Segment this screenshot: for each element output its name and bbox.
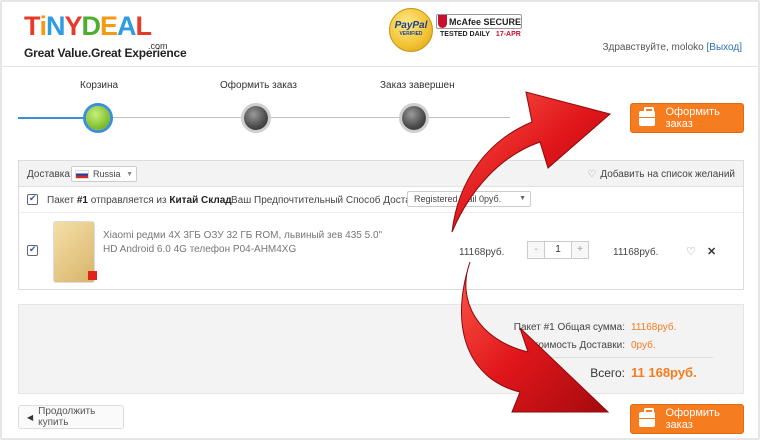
caret-left-icon: ◀	[27, 412, 34, 422]
product-unit-price: 11168руб.	[459, 247, 505, 258]
product-line-total: 11168руб.	[613, 247, 659, 258]
country-select[interactable]: Russia ▼	[71, 166, 137, 182]
paypal-badge-name: PayPal	[394, 20, 428, 31]
logo-letter: Y	[64, 11, 83, 41]
order-summary: Пакет #1 Общая сумма: 11168руб. Стоимост…	[18, 304, 744, 394]
shipping-method-select[interactable]: Registered Mail 0руб. ▼	[407, 191, 531, 207]
step-dot-cart-fill	[86, 106, 110, 130]
package-prefix: Пакет	[47, 195, 75, 206]
product-title-link[interactable]: Xiaomi редми 4X 3ГБ ОЗУ 32 ГБ ROM, львин…	[103, 229, 383, 257]
logo-letter: L	[135, 11, 152, 41]
item-checkbox[interactable]	[27, 244, 38, 256]
shipping-country-label: Доставка:	[27, 169, 73, 180]
cart-item-row: Xiaomi редми 4X 3ГБ ОЗУ 32 ГБ ROM, львин…	[19, 213, 743, 289]
package-middle: отправляется из	[90, 195, 167, 206]
greeting-text: Здравствуйте, moloko	[602, 42, 704, 53]
mcafee-shield-icon	[438, 15, 447, 28]
shipping-method-value: Registered Mail 0руб.	[414, 194, 502, 204]
heart-icon: ♡	[587, 169, 597, 180]
package-number: #1	[76, 195, 88, 206]
chevron-down-icon: ▼	[126, 170, 133, 178]
grand-total-value: 11 168руб.	[631, 365, 697, 380]
paypal-verified-badge: PayPal VERIFIED	[389, 8, 433, 52]
package-warehouse: Китай Склад	[169, 195, 232, 206]
mcafee-date: 17-APR	[495, 31, 521, 38]
user-greeting: Здравствуйте, moloko [Выход]	[602, 42, 742, 53]
package-total-value: 11168руб.	[631, 322, 677, 333]
logo-slogan: Great Value.Great Experience	[24, 46, 187, 60]
grand-total-row: Всего: 11 168руб.	[590, 365, 731, 380]
package-total-row: Пакет #1 Общая сумма: 11168руб.	[514, 322, 731, 333]
package-info: Пакет #1 отправляется из Китай Склад	[47, 195, 232, 206]
continue-shopping-label: Продолжить купить	[38, 406, 96, 428]
step-label-cart: Корзина	[80, 80, 119, 91]
quantity-minus-button[interactable]: -	[528, 242, 544, 258]
quantity-stepper: - 1 +	[527, 241, 589, 259]
cart-header: Доставка: Russia ▼ ♡ Добавить на список ж…	[19, 161, 743, 187]
product-thumbnail-tag	[88, 271, 97, 280]
russia-flag-icon	[75, 169, 89, 179]
mcafee-badge-top: McAfee SECURE	[436, 14, 522, 29]
logo-letter: E	[100, 11, 118, 41]
summary-divider	[519, 357, 713, 358]
shipping-cost-value: 0руб.	[631, 340, 656, 351]
step-dot-complete	[399, 103, 429, 133]
country-value: Russia	[93, 169, 121, 179]
add-to-wishlist-link[interactable]: ♡ Добавить на список желаний	[587, 169, 735, 180]
preferred-shipping-label: Ваш Предпочтительный Способ Доставки	[231, 195, 427, 206]
checkout-button-label: Оформить заказ	[665, 407, 720, 431]
checkout-button-top[interactable]: Оформить заказ	[630, 103, 744, 133]
shopping-bag-icon	[639, 106, 658, 126]
logout-link[interactable]: [Выход]	[707, 42, 742, 53]
quantity-plus-button[interactable]: +	[572, 242, 588, 258]
logo-letter: N	[46, 11, 65, 41]
item-wishlist-heart-icon[interactable]: ♡	[686, 245, 696, 258]
cart-panel: Доставка: Russia ▼ ♡ Добавить на список ж…	[18, 160, 744, 290]
step-dot-checkout	[241, 103, 271, 133]
step-dot-checkout-fill	[244, 106, 268, 130]
header-divider	[2, 66, 758, 67]
step-label-complete: Заказ завершен	[380, 80, 455, 91]
paypal-badge-sub: VERIFIED	[399, 31, 423, 37]
mcafee-badge-name: McAfee SECURE	[448, 16, 521, 27]
wishlist-label: Добавить на список желаний	[600, 169, 735, 180]
grand-total-label: Всего:	[590, 366, 625, 380]
quantity-input[interactable]: 1	[544, 242, 572, 258]
package-total-label: Пакет #1 Общая сумма:	[513, 322, 625, 333]
step-dot-cart	[83, 103, 113, 133]
logo-letter: A	[117, 11, 136, 41]
step-dot-complete-fill	[402, 106, 426, 130]
package-checkbox[interactable]	[27, 193, 38, 205]
checkout-button-bottom[interactable]: Оформить заказ	[630, 404, 744, 434]
product-thumbnail[interactable]	[53, 221, 97, 283]
shopping-bag-icon	[639, 407, 658, 427]
shipping-cost-label: Стоимость Доставки:	[526, 340, 625, 351]
step-label-checkout: Оформить заказ	[220, 80, 297, 91]
remove-item-icon[interactable]: ✕	[707, 245, 716, 258]
mcafee-secure-badge: McAfee SECURE TESTED DAILY 17-APR	[436, 14, 522, 44]
package-row: Пакет #1 отправляется из Китай Склад Ваш…	[19, 187, 743, 213]
logo-letter: D	[81, 11, 101, 41]
logo-letter: T	[24, 11, 40, 41]
shipping-cost-row: Стоимость Доставки: 0руб.	[527, 340, 731, 351]
checkout-button-label: Оформить заказ	[665, 106, 720, 130]
progress-track	[98, 117, 510, 118]
logo-wordmark: TiNYDEAL	[24, 12, 174, 40]
mcafee-badge-bottom: TESTED DAILY 17-APR	[436, 31, 522, 38]
continue-shopping-button[interactable]: ◀ Продолжить купить	[18, 405, 124, 429]
mcafee-tested-text: TESTED DAILY	[440, 31, 490, 38]
tinydeal-logo[interactable]: TiNYDEAL .com Great Value.Great Experien…	[24, 12, 187, 61]
chevron-down-icon: ▼	[519, 195, 526, 202]
